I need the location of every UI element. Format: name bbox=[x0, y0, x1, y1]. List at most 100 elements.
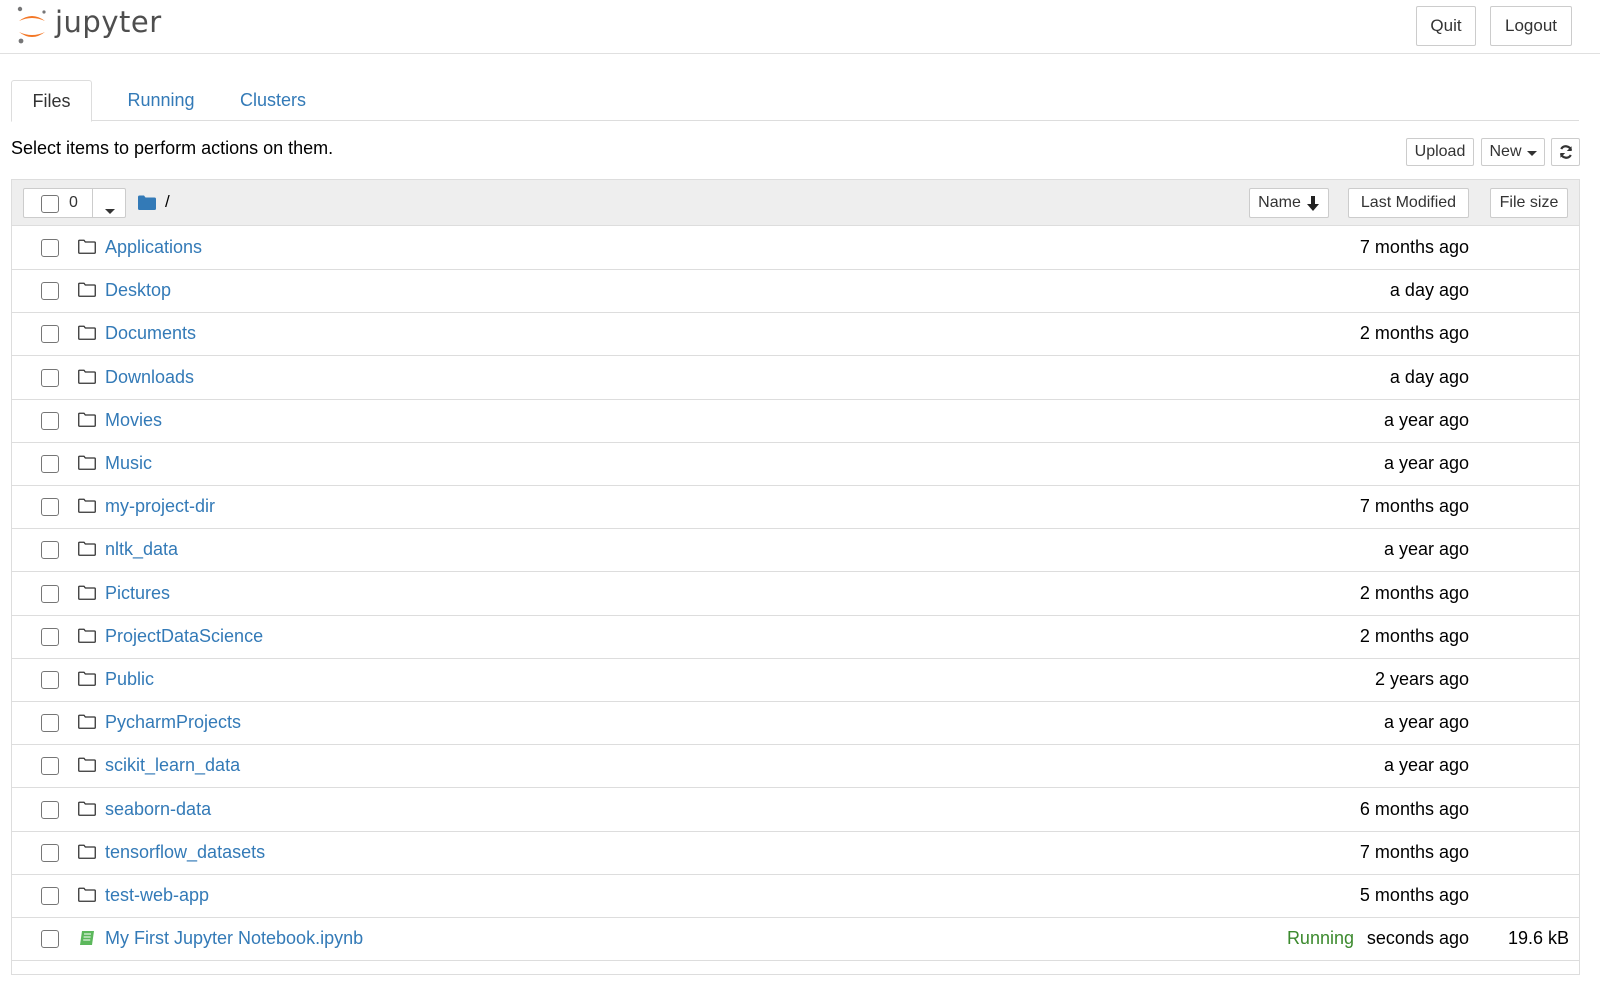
item-checkbox[interactable] bbox=[41, 411, 59, 430]
item-name-link[interactable]: scikit_learn_data bbox=[105, 755, 240, 776]
item-checkbox[interactable] bbox=[41, 714, 59, 733]
file-list: 0 / Name Last Modified File size Applica… bbox=[11, 179, 1580, 975]
item-checkbox[interactable] bbox=[41, 541, 59, 560]
item-checkbox[interactable] bbox=[41, 325, 59, 344]
list-item[interactable]: ProjectDataScience 2 months ago bbox=[12, 615, 1579, 659]
item-checkbox[interactable] bbox=[41, 843, 59, 862]
folder-icon bbox=[78, 585, 96, 605]
folder-icon bbox=[78, 239, 96, 259]
divider bbox=[92, 189, 93, 217]
breadcrumb-root[interactable]: / bbox=[165, 192, 170, 212]
folder-icon bbox=[78, 498, 96, 518]
folder-icon bbox=[78, 628, 96, 648]
select-menu-button[interactable] bbox=[105, 201, 115, 219]
item-checkbox[interactable] bbox=[41, 239, 59, 257]
selected-count: 0 bbox=[69, 194, 78, 211]
item-name-link[interactable]: my-project-dir bbox=[105, 496, 215, 517]
list-item[interactable]: Desktop a day ago bbox=[12, 269, 1579, 314]
list-item[interactable]: tensorflow_datasets 7 months ago bbox=[12, 831, 1579, 875]
folder-icon bbox=[78, 887, 96, 907]
notebook-icon bbox=[78, 930, 96, 951]
list-item[interactable]: test-web-app 5 months ago bbox=[12, 874, 1579, 918]
item-checkbox[interactable] bbox=[41, 671, 59, 689]
folder-icon bbox=[78, 325, 96, 345]
item-checkbox[interactable] bbox=[41, 282, 59, 301]
item-name-link[interactable]: PycharmProjects bbox=[105, 712, 241, 733]
item-last-modified: 7 months ago bbox=[1359, 841, 1469, 862]
quit-button[interactable]: Quit bbox=[1416, 6, 1476, 46]
item-file-size: 19.6 kB bbox=[1507, 928, 1569, 949]
jupyter-logo[interactable]: jupyter bbox=[16, 4, 162, 46]
tab-clusters[interactable]: Clusters bbox=[225, 80, 321, 121]
refresh-button[interactable] bbox=[1551, 138, 1580, 166]
item-last-modified: 6 months ago bbox=[1359, 798, 1469, 819]
item-last-modified: 7 months ago bbox=[1359, 237, 1469, 257]
logo-text: jupyter bbox=[55, 5, 162, 39]
refresh-icon bbox=[1559, 145, 1572, 159]
item-checkbox[interactable] bbox=[41, 368, 59, 387]
item-name-link[interactable]: Public bbox=[105, 669, 154, 690]
item-name-link[interactable]: Desktop bbox=[105, 280, 171, 301]
item-checkbox[interactable] bbox=[41, 930, 59, 949]
list-item[interactable]: Documents 2 months ago bbox=[12, 312, 1579, 357]
list-item[interactable]: nltk_data a year ago bbox=[12, 528, 1579, 573]
new-button-label: New bbox=[1489, 143, 1522, 160]
folder-solid-icon[interactable] bbox=[138, 195, 156, 210]
item-name-link[interactable]: Pictures bbox=[105, 583, 170, 604]
list-item[interactable]: Public 2 years ago bbox=[12, 658, 1579, 702]
upload-button[interactable]: Upload bbox=[1406, 138, 1474, 166]
folder-icon bbox=[78, 714, 96, 734]
item-checkbox[interactable] bbox=[41, 887, 59, 905]
item-name-link[interactable]: seaborn-data bbox=[105, 799, 211, 820]
item-checkbox[interactable] bbox=[41, 627, 59, 646]
item-name-link[interactable]: Music bbox=[105, 453, 152, 474]
item-checkbox[interactable] bbox=[41, 800, 59, 819]
list-item[interactable]: my-project-dir 7 months ago bbox=[12, 485, 1579, 530]
sort-name-button[interactable]: Name bbox=[1249, 188, 1329, 218]
list-item[interactable]: Movies a year ago bbox=[12, 399, 1579, 443]
item-name-link[interactable]: My First Jupyter Notebook.ipynb bbox=[105, 928, 363, 949]
item-name-link[interactable]: ProjectDataScience bbox=[105, 626, 263, 647]
item-checkbox[interactable] bbox=[41, 584, 59, 603]
tab-files[interactable]: Files bbox=[11, 80, 92, 122]
new-dropdown-button[interactable]: New bbox=[1481, 138, 1545, 166]
instructions-text: Select items to perform actions on them. bbox=[11, 138, 334, 158]
item-name-link[interactable]: Movies bbox=[105, 410, 162, 431]
running-status: Running bbox=[1286, 928, 1354, 949]
item-last-modified: 2 months ago bbox=[1359, 323, 1469, 344]
item-name-link[interactable]: nltk_data bbox=[105, 539, 178, 560]
list-item[interactable]: Downloads a day ago bbox=[12, 356, 1579, 400]
item-last-modified: a day ago bbox=[1389, 366, 1469, 387]
list-item[interactable]: Music a year ago bbox=[12, 442, 1579, 486]
caret-down-icon bbox=[105, 209, 115, 214]
item-name-link[interactable]: tensorflow_datasets bbox=[105, 842, 265, 863]
arrow-down-icon bbox=[1306, 195, 1319, 211]
item-name-link[interactable]: Applications bbox=[105, 237, 202, 258]
list-item[interactable]: seaborn-data 6 months ago bbox=[12, 788, 1579, 832]
list-item[interactable]: Pictures 2 months ago bbox=[12, 572, 1579, 616]
header: jupyter Quit Logout bbox=[0, 0, 1600, 54]
item-last-modified: 7 months ago bbox=[1359, 496, 1469, 517]
item-name-link[interactable]: test-web-app bbox=[105, 885, 209, 906]
list-item[interactable]: My First Jupyter Notebook.ipynb Running se… bbox=[12, 917, 1579, 962]
folder-icon bbox=[78, 541, 96, 561]
item-last-modified: a year ago bbox=[1383, 453, 1469, 473]
item-last-modified: a year ago bbox=[1383, 712, 1469, 733]
item-name-link[interactable]: Documents bbox=[105, 323, 196, 344]
sort-file-size-button[interactable]: File size bbox=[1490, 188, 1568, 218]
tab-running[interactable]: Running bbox=[111, 80, 211, 121]
list-item[interactable]: scikit_learn_data a year ago bbox=[12, 744, 1579, 789]
sort-last-modified-button[interactable]: Last Modified bbox=[1348, 188, 1469, 218]
item-checkbox[interactable] bbox=[41, 757, 59, 776]
item-checkbox[interactable] bbox=[41, 455, 59, 473]
file-list-header: 0 / Name Last Modified File size bbox=[12, 180, 1579, 226]
item-name-link[interactable]: Downloads bbox=[105, 367, 194, 388]
item-last-modified: a year ago bbox=[1383, 409, 1469, 430]
list-item[interactable]: PycharmProjects a year ago bbox=[12, 701, 1579, 746]
sort-name-label: Name bbox=[1258, 194, 1301, 211]
select-all-checkbox[interactable] bbox=[41, 195, 59, 213]
list-item[interactable]: Applications 7 months ago bbox=[12, 226, 1579, 270]
item-checkbox[interactable] bbox=[41, 498, 59, 517]
logout-button[interactable]: Logout bbox=[1490, 6, 1572, 46]
item-last-modified: 2 months ago bbox=[1359, 582, 1469, 603]
